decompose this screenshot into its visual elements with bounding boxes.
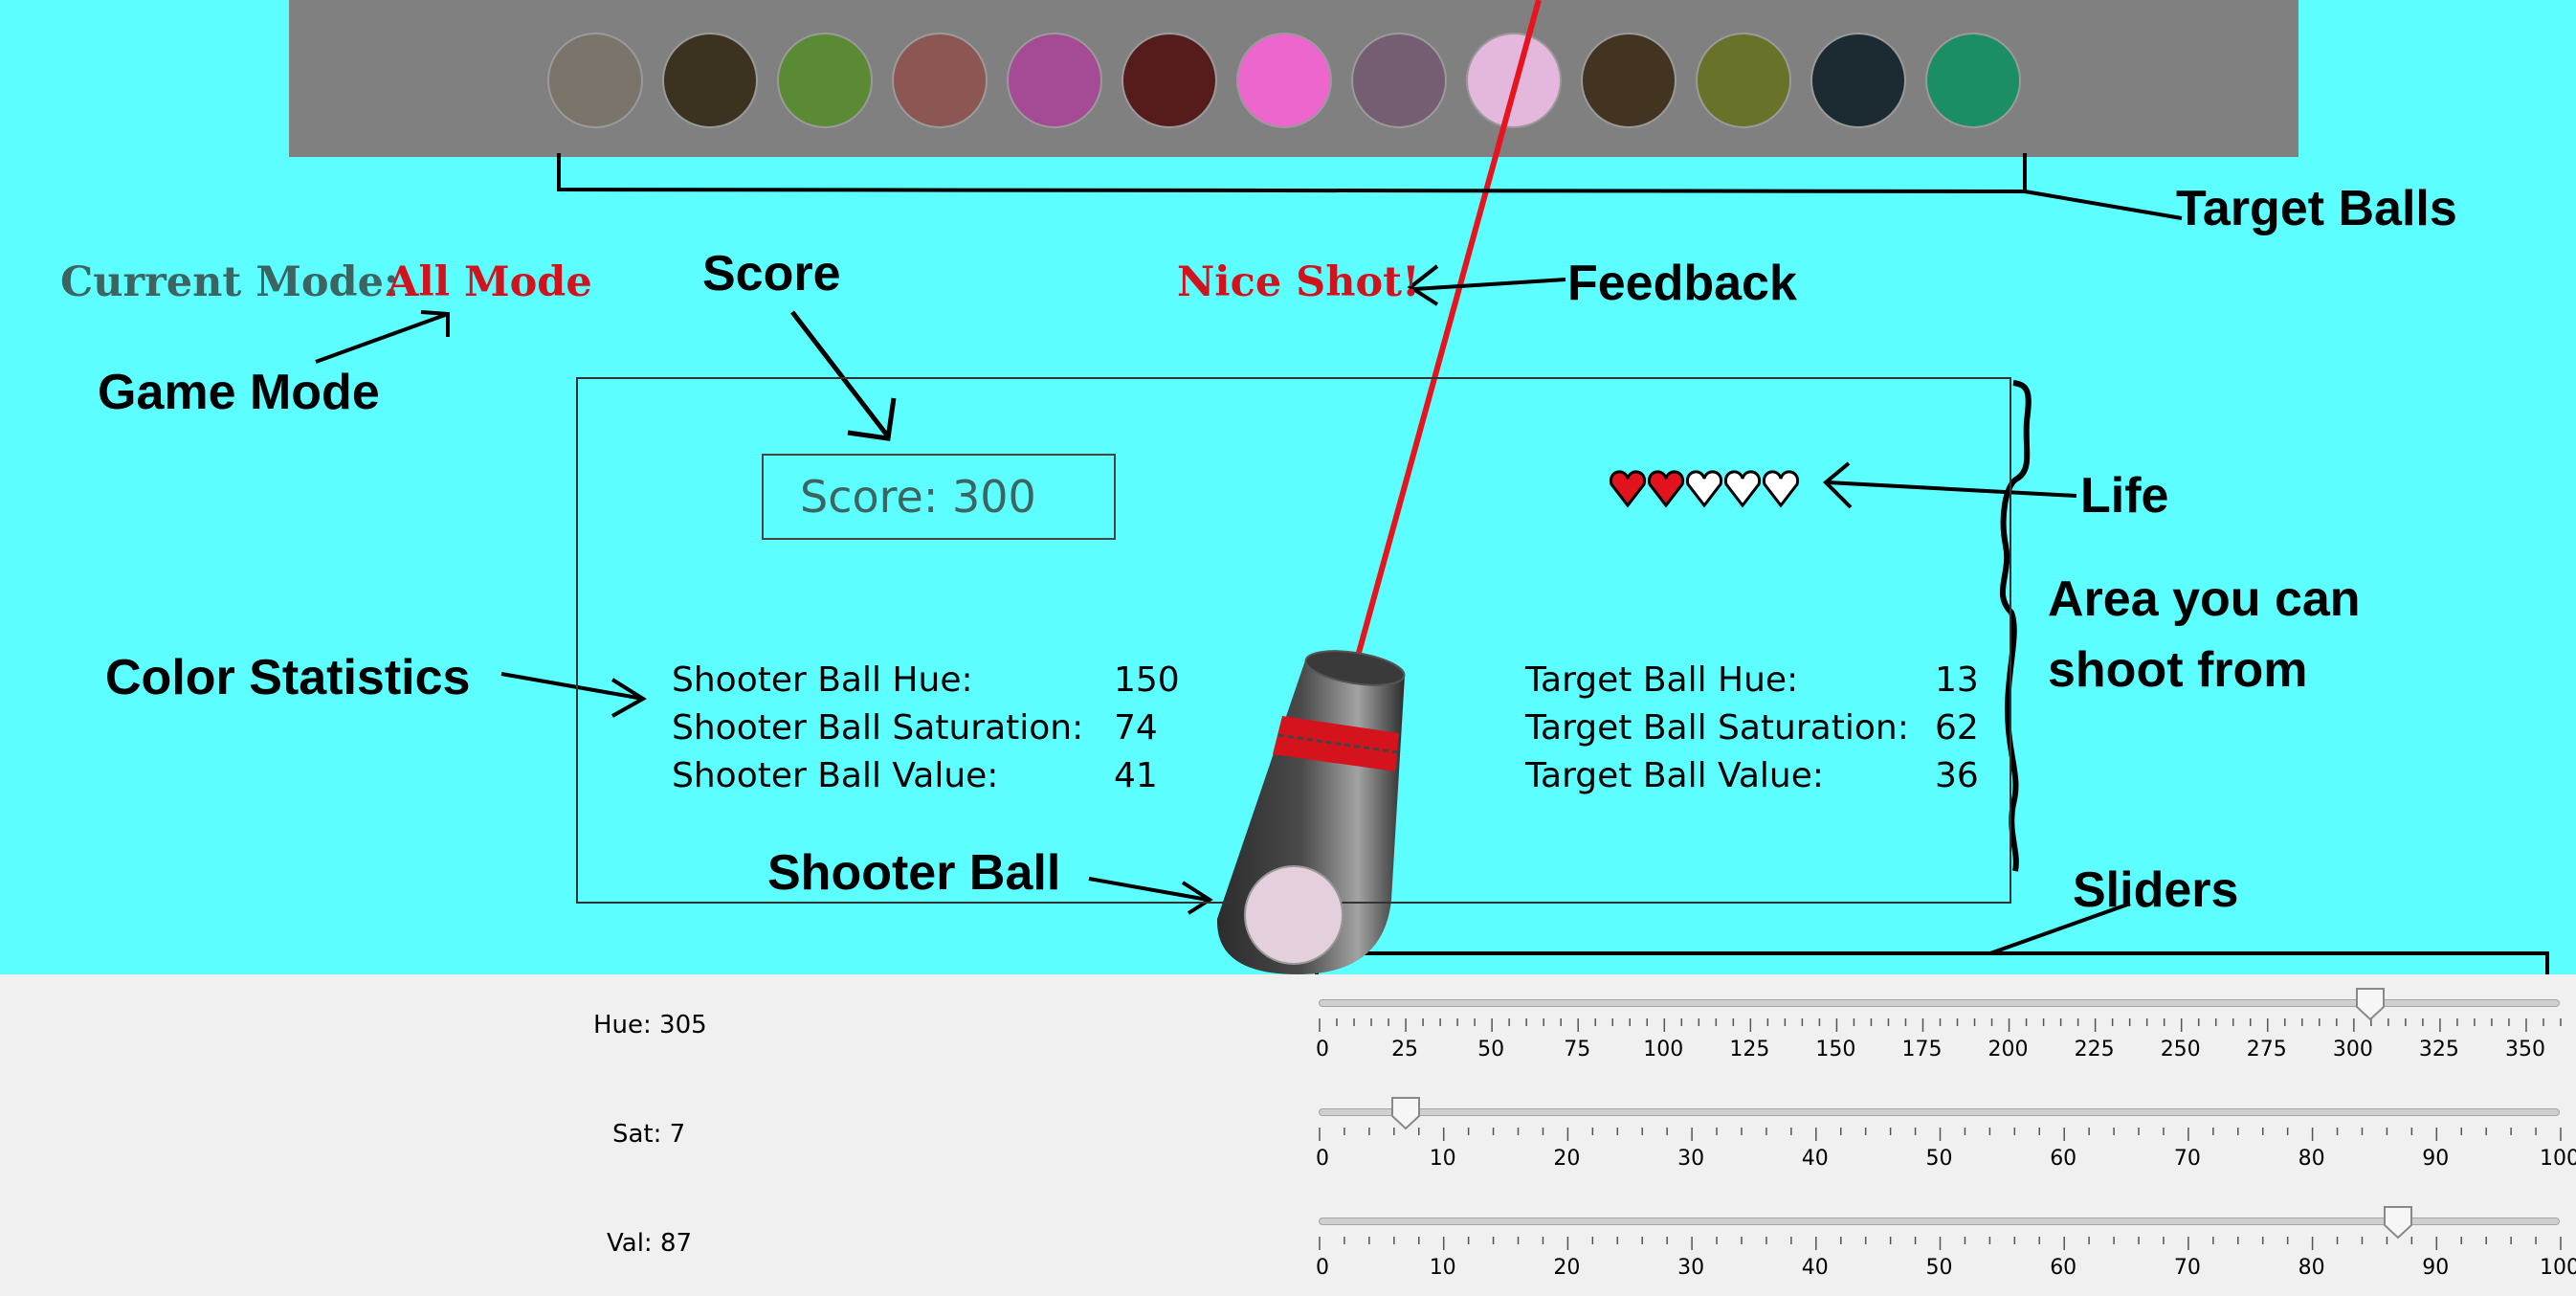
slider-tick-label: 10 [1429, 1147, 1456, 1171]
slider-tick-label: 40 [1801, 1256, 1829, 1280]
slider-tick-label: 20 [1553, 1147, 1581, 1171]
current-mode-value: All Mode [387, 258, 592, 306]
feedback-message: Nice Shot! [1177, 258, 1420, 306]
slider-tick-label: 350 [2504, 1038, 2545, 1061]
target-value-label: Target Ball Value: [1525, 756, 1825, 795]
hue-slider[interactable]: 0 25 50 75 100 125 150 175 200 225 250 275 300 325 350 [0, 988, 2576, 1068]
slider-thumb[interactable] [1389, 1095, 1422, 1131]
slider-tick-label: 10 [1429, 1256, 1456, 1280]
game-mode-arrow-icon [315, 310, 450, 364]
slider-tick-label: 200 [1988, 1038, 2029, 1061]
score-text: Score: 300 [800, 471, 1036, 523]
annotation-sliders: Sliders [2073, 862, 2239, 918]
target-balls-bracket [557, 153, 2183, 220]
slider-tick-label: 60 [2050, 1256, 2077, 1280]
slider-tick-label: 100 [2540, 1147, 2576, 1171]
target-saturation-value: 62 [1935, 708, 1979, 748]
shooter-saturation-value: 74 [1114, 708, 1158, 748]
slider-thumb[interactable] [2354, 986, 2387, 1022]
shooter-hue-label: Shooter Ball Hue: [672, 660, 973, 700]
slider-tick-label: 40 [1801, 1147, 1829, 1171]
annotation-game-mode: Game Mode [98, 365, 380, 420]
slider-ticks [1319, 1128, 2562, 1141]
slider-tick-label: 50 [1477, 1038, 1505, 1061]
slider-tick-label: 325 [2418, 1038, 2459, 1061]
slider-tick-label: 90 [2422, 1256, 2450, 1280]
shooter-value-value: 41 [1114, 756, 1158, 795]
annotation-area-line1: Area you can [2048, 571, 2361, 627]
slider-tick-label: 80 [2298, 1256, 2325, 1280]
slider-tick-label: 150 [1815, 1038, 1856, 1061]
slider-track[interactable] [1319, 1108, 2560, 1116]
slider-tick-label: 0 [1316, 1147, 1329, 1171]
score-box: Score: 300 [762, 454, 1116, 540]
slider-tick-label: 30 [1677, 1256, 1705, 1280]
shooter-ball[interactable] [1244, 865, 1344, 965]
slider-tick-label: 20 [1553, 1256, 1581, 1280]
slider-tick-label: 275 [2246, 1038, 2287, 1061]
shooter-value-label: Shooter Ball Value: [672, 756, 999, 795]
sat-slider[interactable]: 0 10 20 30 40 50 60 70 80 90 100 [0, 1097, 2576, 1177]
slider-track[interactable] [1319, 1218, 2560, 1225]
slider-tick-label: 100 [2540, 1256, 2576, 1280]
slider-tick-label: 75 [1564, 1038, 1591, 1061]
annotation-target-balls: Target Balls [2176, 181, 2457, 236]
target-hue-value: 13 [1935, 660, 1979, 700]
slider-tick-label: 50 [1925, 1147, 1953, 1171]
slider-tick-label: 100 [1643, 1038, 1684, 1061]
annotation-score: Score [702, 246, 841, 302]
slider-tick-label: 125 [1729, 1038, 1770, 1061]
feedback-arrow-icon [1407, 264, 1566, 306]
target-hue-label: Target Ball Hue: [1525, 660, 1799, 700]
slider-tick-label: 225 [2074, 1038, 2115, 1061]
slider-tick-label: 50 [1925, 1256, 1953, 1280]
shooter-saturation-label: Shooter Ball Saturation: [672, 708, 1084, 748]
slider-tick-label: 60 [2050, 1147, 2077, 1171]
current-mode-label: Current Mode: [60, 258, 399, 306]
slider-tick-label: 30 [1677, 1147, 1705, 1171]
shooter-hue-value: 150 [1114, 660, 1180, 700]
slider-tick-label: 300 [2332, 1038, 2373, 1061]
slider-tick-label: 90 [2422, 1147, 2450, 1171]
slider-tick-label: 25 [1391, 1038, 1419, 1061]
target-saturation-label: Target Ball Saturation: [1525, 708, 1909, 748]
annotation-area-line2: shoot from [2048, 642, 2308, 698]
sliders-bracket [1315, 902, 2549, 974]
slider-tick-label: 0 [1316, 1256, 1329, 1280]
annotation-life: Life [2080, 468, 2169, 524]
slider-tick-label: 175 [1901, 1038, 1943, 1061]
slider-tick-label: 70 [2173, 1147, 2201, 1171]
annotation-color-statistics: Color Statistics [105, 650, 471, 705]
slider-tick-label: 0 [1316, 1038, 1329, 1061]
annotation-feedback: Feedback [1567, 256, 1797, 311]
slider-tick-label: 250 [2160, 1038, 2201, 1061]
slider-thumb[interactable] [2382, 1204, 2414, 1240]
target-value-value: 36 [1935, 756, 1979, 795]
slider-tick-label: 80 [2298, 1147, 2325, 1171]
val-slider[interactable]: 0 10 20 30 40 50 60 70 80 90 100 [0, 1206, 2576, 1286]
slider-tick-label: 70 [2173, 1256, 2201, 1280]
